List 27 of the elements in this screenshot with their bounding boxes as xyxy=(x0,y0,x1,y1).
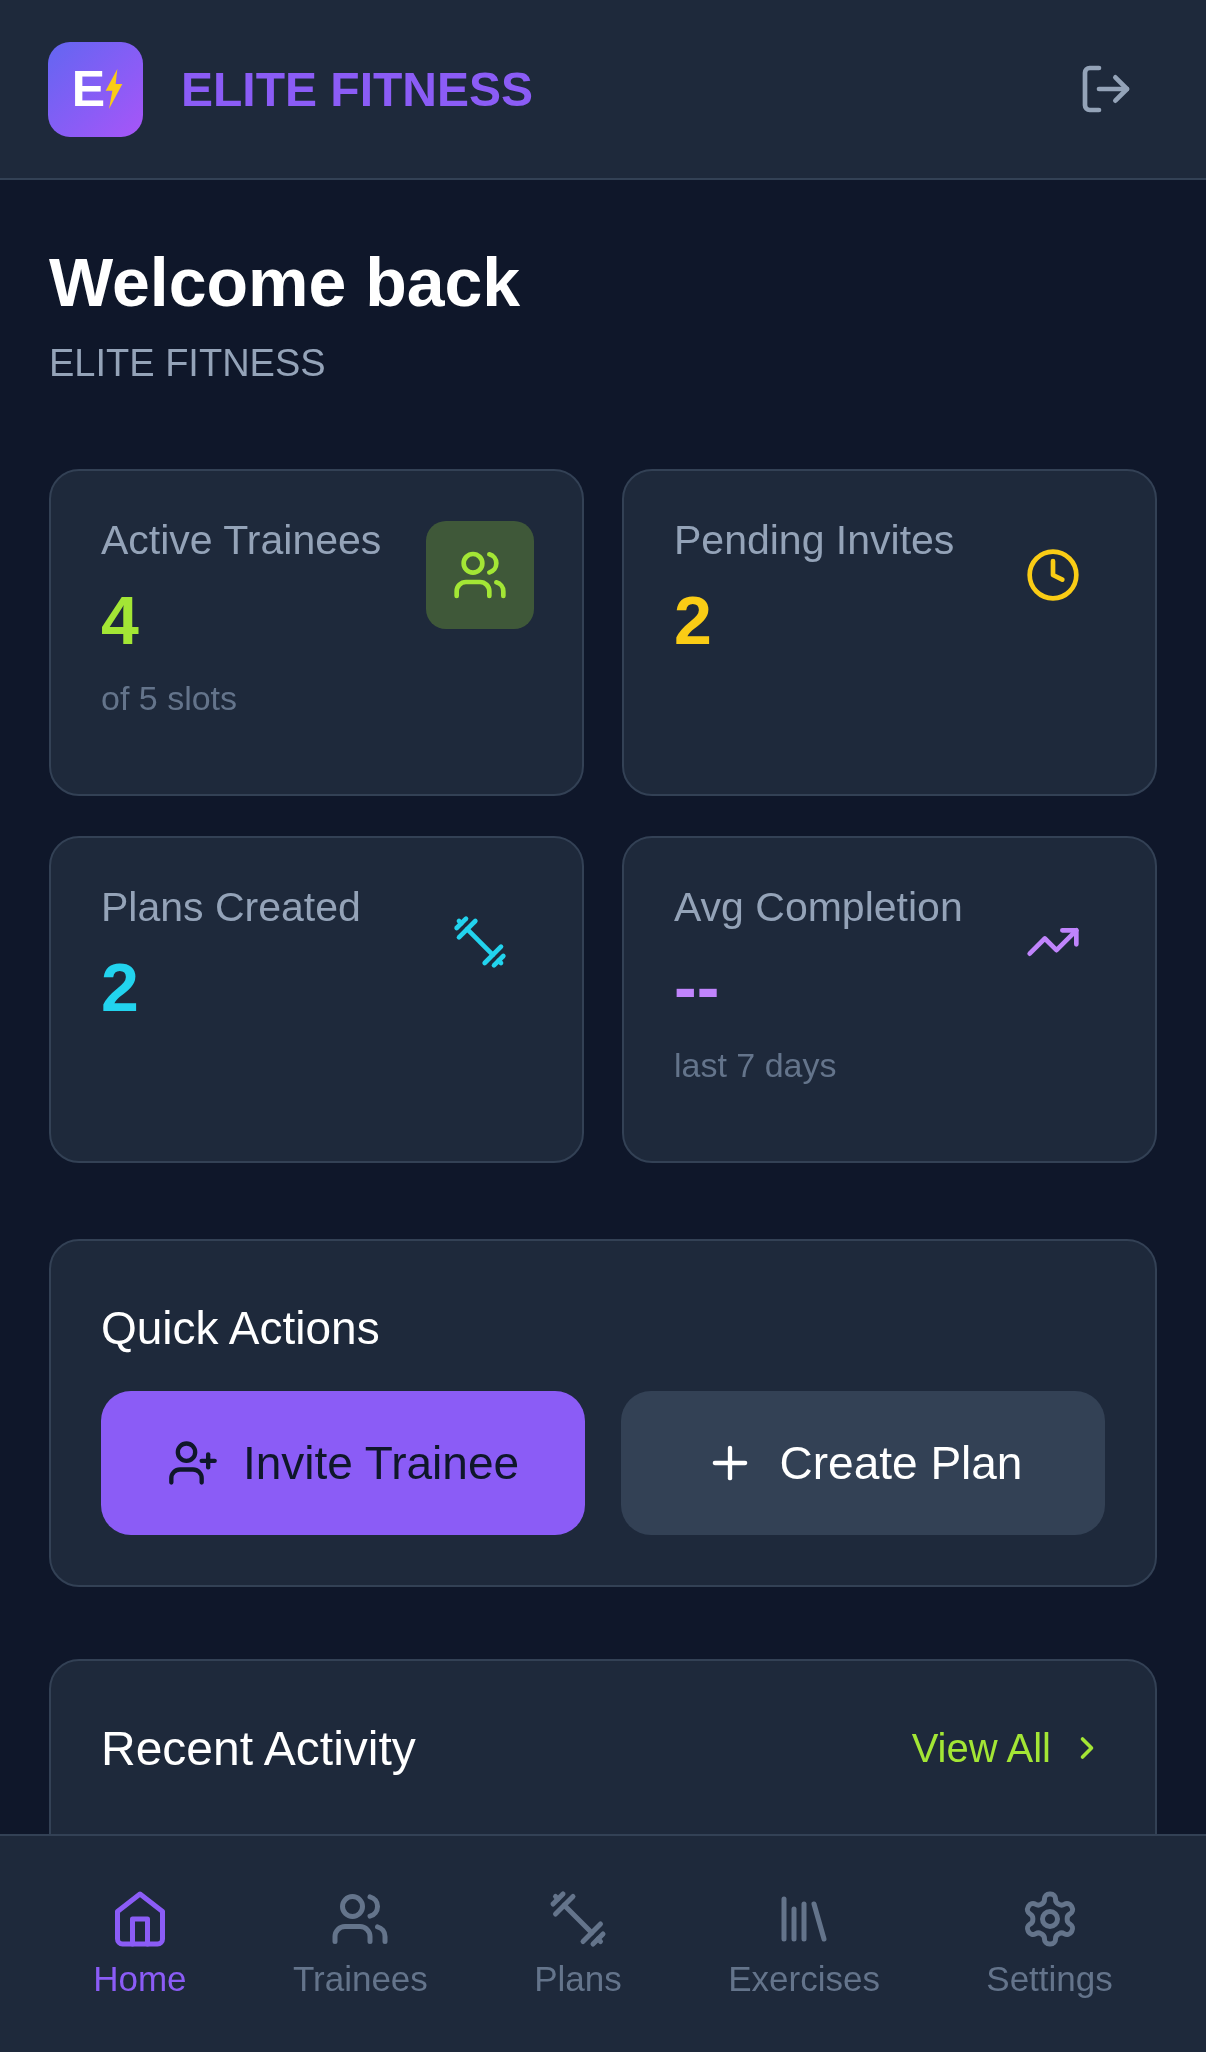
section-title: Quick Actions xyxy=(101,1300,381,1355)
view-all-link[interactable]: View All xyxy=(911,1725,1105,1771)
nav-tab[interactable]: Plans xyxy=(518,1889,638,1999)
nav-tab[interactable]: Home xyxy=(77,1889,203,1999)
invite-button[interactable]: Invite Trainee xyxy=(101,1390,585,1535)
dumbbell-icon xyxy=(452,913,508,970)
stat-value: 2 xyxy=(101,949,140,1025)
stat-note: last 7 days xyxy=(674,1046,838,1086)
stat-value: 4 xyxy=(101,582,140,658)
clock-icon xyxy=(1025,546,1081,603)
stat-label: Plans Created xyxy=(101,883,361,931)
stat-value: 2 xyxy=(674,582,713,658)
create-button[interactable]: Create Plan xyxy=(621,1390,1105,1535)
app-logo: E xyxy=(48,41,143,137)
stat-note: of 5 slots xyxy=(101,679,239,719)
welcome-heading: Welcome back xyxy=(49,243,522,322)
section-title: Recent Activity xyxy=(101,1720,416,1776)
gym-name: ELITE FITNESS xyxy=(49,341,327,385)
nav-tab[interactable]: Exercises xyxy=(712,1889,896,1999)
stat-label: Avg Completion xyxy=(674,883,963,931)
app-title: ELITE FITNESS xyxy=(181,61,534,117)
nav-tab[interactable]: Settings xyxy=(970,1889,1129,1999)
stat-value: -- xyxy=(674,949,721,1025)
dumbbell-icon xyxy=(548,1889,608,1949)
nav-tab[interactable]: Trainees xyxy=(276,1889,444,1999)
stat-label: Pending Invites xyxy=(674,516,955,564)
stat-label: Active Trainees xyxy=(101,516,382,564)
